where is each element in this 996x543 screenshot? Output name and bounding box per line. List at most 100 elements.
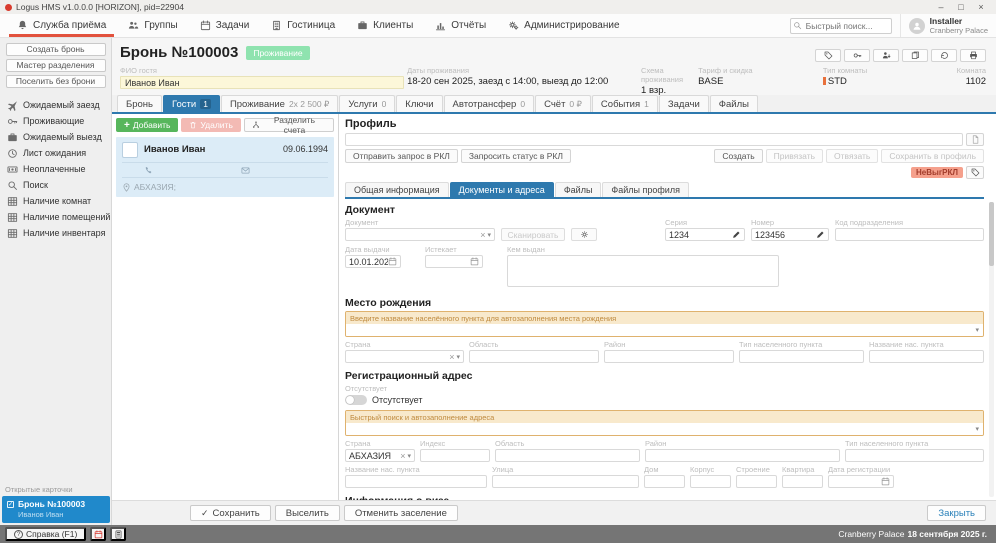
history-button[interactable] xyxy=(931,49,957,62)
sidebar-item-unpaid[interactable]: Неоплаченные xyxy=(0,161,111,177)
scan-button[interactable]: Сканировать xyxy=(501,228,565,241)
profile-tag-button[interactable] xyxy=(966,166,984,179)
chevron-down-icon[interactable] xyxy=(975,326,979,334)
ra-loctype-field[interactable] xyxy=(845,449,984,462)
checkin-without-booking-button[interactable]: Поселить без брони xyxy=(6,75,106,88)
detach-profile-button[interactable]: Отвязать xyxy=(826,149,878,163)
ra-district-field[interactable] xyxy=(645,449,840,462)
tab-invoice[interactable]: Счёт0 ₽ xyxy=(535,95,591,112)
tab-guests[interactable]: Гости1 xyxy=(163,95,220,112)
tab-keys[interactable]: Ключи xyxy=(396,95,442,112)
add-guest-button[interactable]: Добавить xyxy=(116,118,178,132)
tab-booking[interactable]: Бронь xyxy=(117,95,162,112)
checkbox-icon[interactable] xyxy=(7,501,14,508)
ra-locname-field[interactable] xyxy=(345,475,487,488)
print-button[interactable] xyxy=(960,49,986,62)
subtab-documents-addresses[interactable]: Документы и адреса xyxy=(450,182,554,197)
scan-settings-button[interactable] xyxy=(571,228,597,241)
subtab-profile-files[interactable]: Файлы профиля xyxy=(602,182,689,197)
save-button[interactable]: Сохранить xyxy=(190,505,271,521)
tag-button[interactable] xyxy=(815,49,841,62)
sidebar-item-waiting-list[interactable]: Лист ожидания xyxy=(0,145,111,161)
user-menu[interactable]: Installer Cranberry Palace xyxy=(900,14,996,37)
scrollbar-thumb[interactable] xyxy=(989,202,994,266)
menu-item-reports[interactable]: Отчёты xyxy=(424,14,497,37)
help-button[interactable]: Справка (F1) xyxy=(5,527,86,541)
calendar-icon[interactable] xyxy=(470,257,479,266)
unit-code-field[interactable] xyxy=(835,228,984,241)
number-field[interactable] xyxy=(751,228,829,241)
sidebar-item-inventory-availability[interactable]: Наличие инвентаря xyxy=(0,225,111,241)
document-type-combo[interactable] xyxy=(345,228,495,241)
bp-district-field[interactable] xyxy=(604,350,734,363)
ra-index-field[interactable] xyxy=(420,449,490,462)
sidebar-item-room-availability[interactable]: Наличие комнат xyxy=(0,193,111,209)
guest-card[interactable]: Иванов Иван 09.06.1994 АБХАЗИЯ; xyxy=(116,137,334,197)
split-wizard-button[interactable]: Мастер разделения xyxy=(6,59,106,72)
create-profile-button[interactable]: Создать xyxy=(714,149,762,163)
ra-flat-field[interactable] xyxy=(782,475,823,488)
ra-country-combo[interactable] xyxy=(345,449,415,462)
tab-accommodation[interactable]: Проживание2х 2 500 ₽ xyxy=(221,95,338,112)
clear-icon[interactable] xyxy=(449,352,454,362)
send-rkl-request-button[interactable]: Отправить запрос в РКЛ xyxy=(345,149,458,163)
keys-button[interactable] xyxy=(844,49,870,62)
subtab-general-info[interactable]: Общая информация xyxy=(345,182,449,197)
expires-field[interactable] xyxy=(425,255,483,268)
address-quick-fill[interactable]: Быстрый поиск и автозаполнение адреса xyxy=(345,410,984,436)
save-to-profile-button[interactable]: Сохранить в профиль xyxy=(881,149,984,163)
sidebar-item-inhouse-guests[interactable]: Проживающие xyxy=(0,113,111,129)
cancel-checkin-button[interactable]: Отменить заселение xyxy=(344,505,458,521)
split-accounts-button[interactable]: Разделить счета xyxy=(244,118,334,132)
tab-events[interactable]: События1 xyxy=(592,95,658,112)
vertical-scrollbar[interactable] xyxy=(989,202,994,497)
chevron-down-icon[interactable] xyxy=(975,425,979,433)
chevron-down-icon[interactable] xyxy=(487,231,491,239)
menu-item-groups[interactable]: Группы xyxy=(117,14,188,37)
chevron-down-icon[interactable] xyxy=(407,452,411,460)
checkout-button[interactable]: Выселить xyxy=(275,505,340,521)
bp-locname-field[interactable] xyxy=(869,350,984,363)
quick-search-input[interactable] xyxy=(790,18,892,34)
menu-item-clients[interactable]: Клиенты xyxy=(346,14,424,37)
maximize-button[interactable]: □ xyxy=(951,0,971,14)
menu-item-reception[interactable]: Служба приёма xyxy=(6,14,117,37)
create-booking-button[interactable]: Создать бронь xyxy=(6,43,106,56)
calendar-icon[interactable] xyxy=(881,477,890,486)
series-field[interactable] xyxy=(665,228,745,241)
calendar-icon[interactable] xyxy=(388,257,397,266)
pencil-icon[interactable] xyxy=(816,230,825,239)
delete-guest-button[interactable]: Удалить xyxy=(181,118,240,132)
bp-country-combo[interactable] xyxy=(345,350,464,363)
guest-name-input[interactable] xyxy=(120,76,404,89)
tab-services[interactable]: Услуги0 xyxy=(339,95,395,112)
request-rkl-status-button[interactable]: Запросить статус в РКЛ xyxy=(461,149,571,163)
chevron-down-icon[interactable] xyxy=(456,353,460,361)
bp-loctype-field[interactable] xyxy=(739,350,864,363)
clear-icon[interactable] xyxy=(480,230,485,240)
absent-toggle[interactable] xyxy=(345,395,367,405)
minimize-button[interactable]: – xyxy=(931,0,951,14)
attach-profile-button[interactable]: Привязать xyxy=(766,149,823,163)
tab-transfer[interactable]: Автотрансфер0 xyxy=(444,95,535,112)
clear-icon[interactable] xyxy=(400,451,405,461)
menu-item-hotel[interactable]: Гостиница xyxy=(260,14,346,37)
issuer-textarea[interactable] xyxy=(507,255,779,287)
notifications-button[interactable] xyxy=(90,527,106,541)
close-card-button[interactable]: Закрыть xyxy=(927,505,986,521)
calculator-button[interactable] xyxy=(110,527,126,541)
sidebar-item-search[interactable]: Поиск xyxy=(0,177,111,193)
profile-card-button[interactable] xyxy=(966,133,984,146)
birthplace-quick-fill[interactable]: Введите название населённого пункта для … xyxy=(345,311,984,337)
subtab-files[interactable]: Файлы xyxy=(555,182,602,197)
ra-street-field[interactable] xyxy=(492,475,639,488)
ra-region-field[interactable] xyxy=(495,449,640,462)
open-card-booking[interactable]: Бронь №100003 Иванов Иван xyxy=(2,496,110,523)
pencil-icon[interactable] xyxy=(732,230,741,239)
bp-region-field[interactable] xyxy=(469,350,599,363)
profile-search-input[interactable] xyxy=(345,133,963,146)
tab-tasks[interactable]: Задачи xyxy=(659,95,709,112)
menu-item-tasks[interactable]: Задачи xyxy=(189,14,261,37)
guest-photo-placeholder[interactable] xyxy=(122,142,138,158)
ra-house-field[interactable] xyxy=(644,475,685,488)
